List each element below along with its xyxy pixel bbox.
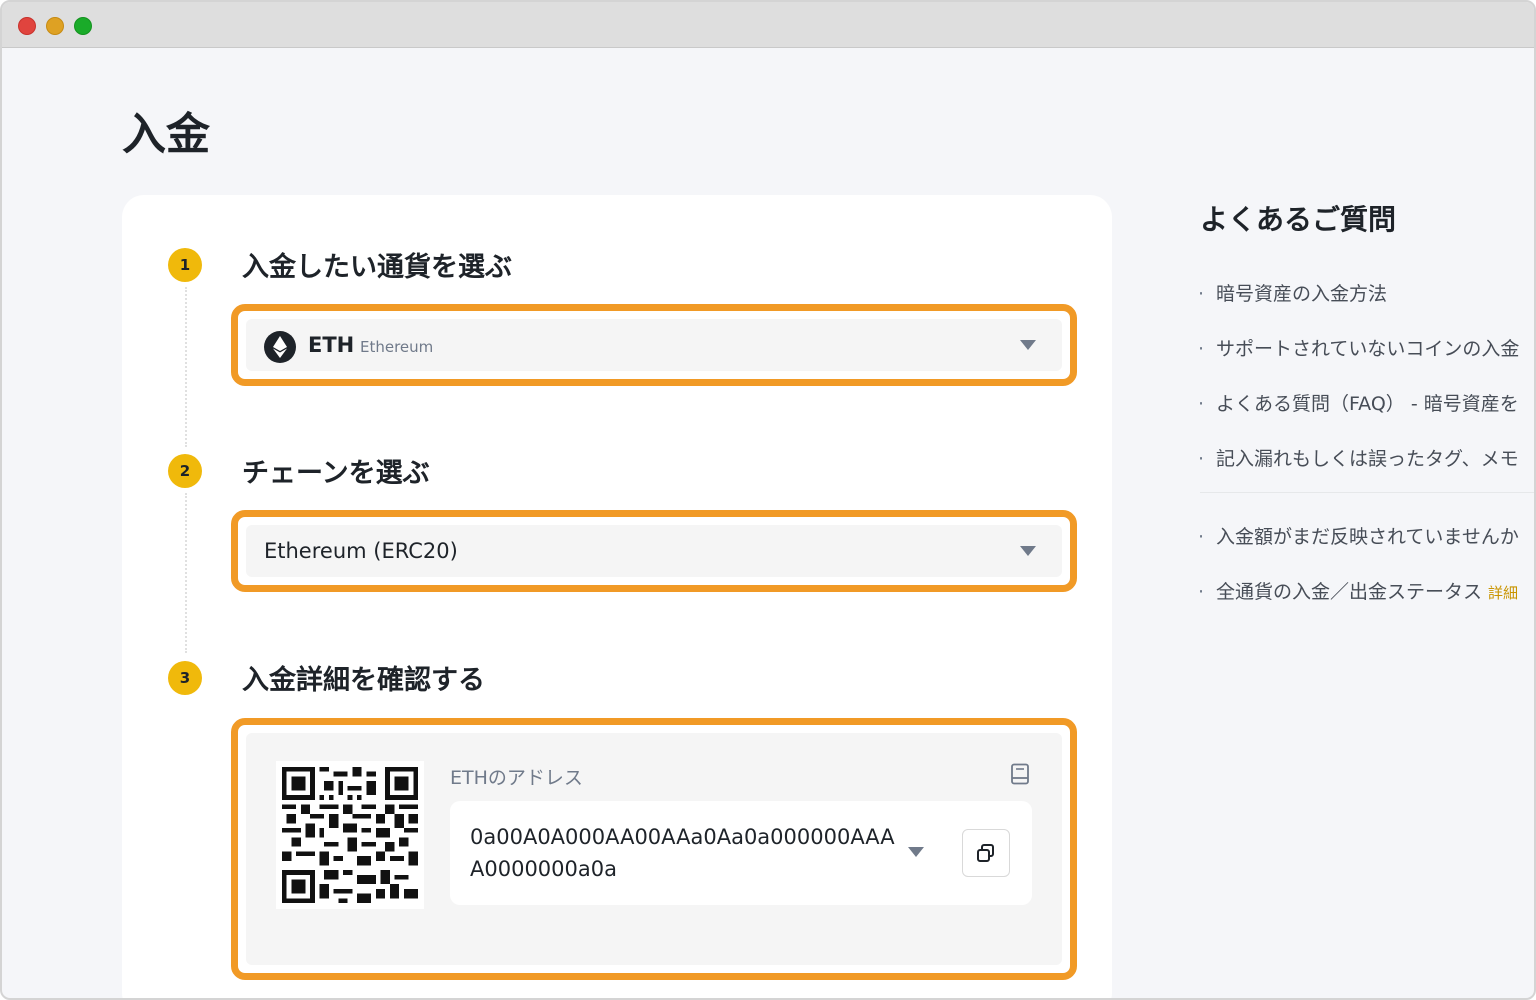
- deposit-details: ETHのアドレス 0a00A0A000AA00AAa0Aa0a000000AAA…: [246, 733, 1062, 965]
- chevron-down-icon[interactable]: [908, 847, 924, 857]
- coin-select-highlight: ETH Ethereum: [231, 304, 1077, 386]
- step-1-title: 入金したい通貨を選ぶ: [242, 252, 512, 283]
- address-label: ETHのアドレス: [450, 767, 583, 789]
- copy-address-button[interactable]: [962, 829, 1010, 877]
- step-1-badge: 1: [168, 248, 202, 282]
- deposit-address[interactable]: 0a00A0A000AA00AAa0Aa0a000000AAAA0000000a…: [470, 821, 900, 885]
- step-2-title: チェーンを選ぶ: [242, 458, 430, 489]
- window-titlebar: [2, 2, 1534, 48]
- step-3-badge: 3: [168, 661, 202, 695]
- faq-title: よくあるご質問: [1200, 203, 1397, 236]
- faq-item[interactable]: · 全通貨の入金／出金ステータス 詳細: [1198, 577, 1518, 604]
- chevron-down-icon: [1020, 546, 1036, 556]
- coin-name: Ethereum: [360, 338, 434, 356]
- details-highlight: ETHのアドレス 0a00A0A000AA00AAa0Aa0a000000AAA…: [231, 718, 1077, 980]
- address-field: 0a00A0A000AA00AAa0Aa0a000000AAAA0000000a…: [450, 801, 1032, 905]
- faq-item[interactable]: · 入金額がまだ反映されていませんか: [1198, 522, 1519, 549]
- step-3-title: 入金詳細を確認する: [242, 665, 485, 696]
- minimize-window-button[interactable]: [46, 17, 64, 35]
- close-window-button[interactable]: [18, 17, 36, 35]
- step-connector: [185, 493, 187, 653]
- step-2-badge: 2: [168, 454, 202, 488]
- chain-select-highlight: Ethereum (ERC20): [231, 510, 1077, 592]
- coin-select[interactable]: ETH Ethereum: [246, 319, 1062, 371]
- ethereum-icon: [264, 331, 296, 363]
- deposit-card: 1 入金したい通貨を選ぶ ETH Ethereum 2 チェーンを選ぶ Ethe…: [122, 195, 1112, 998]
- copy-icon: [977, 844, 994, 862]
- faq-item[interactable]: · 記入漏れもしくは誤ったタグ、メモ: [1198, 444, 1519, 471]
- faq-item[interactable]: · よくある質問（FAQ） - 暗号資産を: [1198, 389, 1519, 416]
- coin-symbol: ETH: [308, 333, 355, 357]
- address-book-icon[interactable]: [1010, 763, 1030, 785]
- browser-window: 入金 1 入金したい通貨を選ぶ ETH Ethereum 2 チェーンを選ぶ E…: [0, 0, 1536, 1000]
- status-detail-link[interactable]: 詳細: [1488, 584, 1518, 602]
- maximize-window-button[interactable]: [74, 17, 92, 35]
- chevron-down-icon: [1020, 340, 1036, 350]
- deposit-qr-code: [276, 761, 424, 909]
- page-title: 入金: [122, 109, 210, 160]
- faq-item[interactable]: · サポートされていないコインの入金: [1198, 334, 1519, 361]
- step-connector: [185, 287, 187, 447]
- chain-value: Ethereum (ERC20): [264, 539, 458, 563]
- faq-item[interactable]: · 暗号資産の入金方法: [1198, 279, 1387, 306]
- chain-select[interactable]: Ethereum (ERC20): [246, 525, 1062, 577]
- faq-divider: [1200, 492, 1534, 493]
